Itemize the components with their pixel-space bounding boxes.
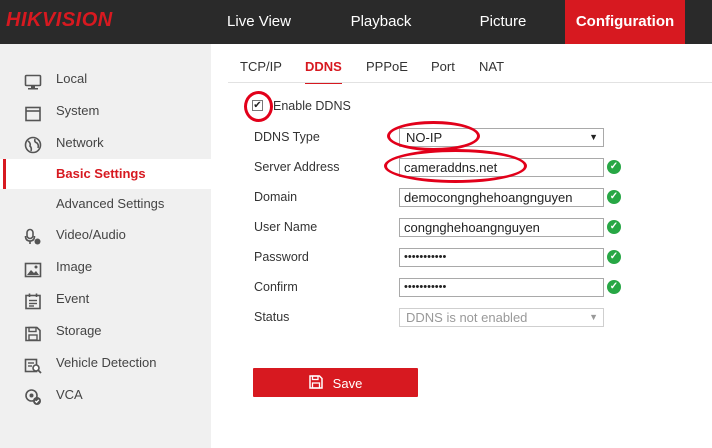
tab-divider [228,82,712,83]
valid-check-icon: ✓ [607,220,621,234]
sidebar-item-network[interactable]: Network [0,128,211,158]
annotation-circle-ddns-type [387,121,480,151]
top-navigation-bar: HIKVISION Live View Playback Picture Con… [0,0,712,44]
sidebar-item-label: Image [56,259,93,274]
dropdown-arrow-icon: ▼ [589,132,598,142]
annotation-circle-server-address [384,149,527,183]
enable-ddns-label: Enable DDNS [273,99,351,113]
domain-input[interactable]: democongnghehoangnguyen [399,188,604,207]
sidebar-item-vehicle-detection[interactable]: Vehicle Detection [0,348,211,378]
sidebar-item-label: Network [56,135,104,150]
sidebar-item-label: Event [56,291,90,306]
server-address-label: Server Address [254,160,340,174]
save-button-label: Save [332,376,363,391]
sidebar-item-basic-settings[interactable]: Basic Settings [0,159,211,189]
hikvision-logo: HIKVISION [6,9,113,31]
status-label: Status [254,310,290,324]
sidebar-item-label: System [56,103,100,118]
sidebar-item-label: Vehicle Detection [56,355,157,370]
status-value: DDNS is not enabled [406,310,528,325]
confirm-password-input[interactable]: ••••••••••• [399,278,604,297]
ddns-type-label: DDNS Type [254,130,320,144]
tab-port[interactable]: Port [431,56,455,82]
save-icon [308,370,323,399]
user-name-input[interactable]: congnghehoangnguyen [399,218,604,237]
sidebar-item-label: VCA [56,387,83,402]
sidebar-item-local[interactable]: Local [0,64,211,94]
tab-playback[interactable]: Playback [326,0,436,44]
monitor-icon [24,71,42,90]
sidebar-item-vca[interactable]: VCA [0,380,211,410]
sidebar-item-label: Video/Audio [56,227,126,242]
sidebar-item-event[interactable]: Event [0,284,211,314]
storage-icon [24,323,42,342]
sidebar-item-system[interactable]: System [0,96,211,126]
sidebar-item-label: Storage [56,323,102,338]
globe-icon [24,135,42,154]
event-icon [24,291,42,310]
tab-picture[interactable]: Picture [448,0,558,44]
password-label: Password [254,250,309,264]
vehicle-detection-icon [24,355,42,374]
valid-check-icon: ✓ [607,280,621,294]
tab-live-view[interactable]: Live View [204,0,314,44]
sidebar-item-image[interactable]: Image [0,252,211,282]
microphone-icon [24,227,42,245]
tab-tcp-ip[interactable]: TCP/IP [240,56,282,82]
sidebar-item-label: Local [56,71,88,86]
domain-label: Domain [254,190,298,204]
dropdown-arrow-icon: ▼ [589,312,598,322]
confirm-label: Confirm [254,280,298,294]
tab-configuration[interactable]: Configuration [565,0,685,44]
vca-icon [24,387,42,405]
sidebar-item-storage[interactable]: Storage [0,316,211,346]
tab-nat[interactable]: NAT [479,56,504,82]
annotation-circle-checkbox [244,91,273,122]
valid-check-icon: ✓ [607,190,621,204]
valid-check-icon: ✓ [607,250,621,264]
tab-pppoe[interactable]: PPPoE [366,56,408,82]
user-name-label: User Name [254,220,318,234]
password-input[interactable]: ••••••••••• [399,248,604,267]
save-button[interactable]: Save [253,368,418,397]
valid-check-icon: ✓ [607,160,621,174]
sidebar-item-video-audio[interactable]: Video/Audio [0,220,211,250]
sidebar: Local System Network Basic Settings Adva… [0,44,211,448]
system-icon [24,103,42,122]
sidebar-item-advanced-settings[interactable]: Advanced Settings [0,189,211,219]
sidebar-item-label: Basic Settings [56,166,146,181]
sidebar-item-label: Advanced Settings [56,196,165,211]
status-select: DDNS is not enabled ▼ [399,308,604,327]
image-icon [24,259,42,278]
tab-ddns[interactable]: DDNS [305,56,342,84]
